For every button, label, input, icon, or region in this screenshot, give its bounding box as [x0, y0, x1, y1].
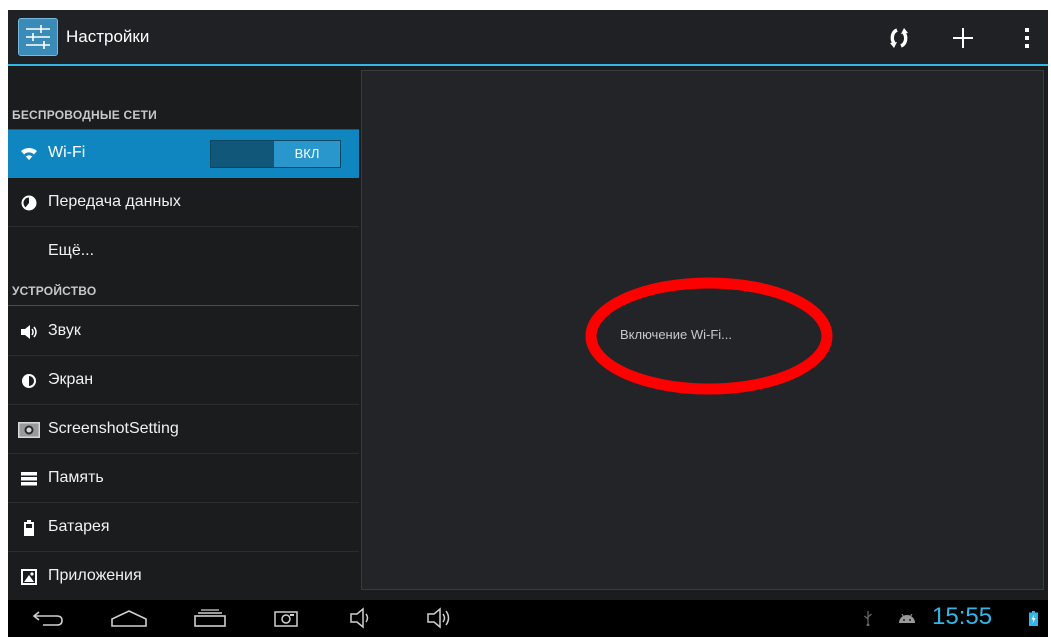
- volume-up-icon: [427, 607, 450, 629]
- sync-icon: [890, 28, 908, 48]
- screenshot-icon: [274, 611, 298, 627]
- section-header-wireless: БЕСПРОВОДНЫЕ СЕТИ: [8, 100, 359, 130]
- volume-up-button[interactable]: [422, 604, 462, 632]
- settings-item-label: Экран: [48, 371, 94, 388]
- back-button[interactable]: [28, 604, 68, 632]
- red-highlight-ellipse: [585, 277, 833, 395]
- settings-item-apps[interactable]: Приложения: [8, 553, 359, 601]
- home-button[interactable]: [104, 604, 154, 632]
- settings-item-label: Передача данных: [48, 193, 181, 210]
- settings-item-screenshot[interactable]: ScreenshotSetting: [8, 406, 359, 454]
- settings-item-display[interactable]: Экран: [8, 357, 359, 405]
- settings-item-sound[interactable]: Звук: [8, 308, 359, 356]
- system-navigation-bar: 15:55: [8, 600, 1048, 637]
- android-settings-screen: Настройки БЕСПРОВОДНЫЕ СЕТИ Wi-Fi ВКЛ Пе…: [8, 10, 1048, 637]
- recent-apps-button[interactable]: [188, 604, 232, 632]
- android-debug-icon: [896, 604, 918, 632]
- plus-icon: [953, 28, 973, 48]
- apps-icon: [18, 567, 40, 587]
- volume-down-button[interactable]: [344, 604, 380, 632]
- settings-item-label: Ещё...: [48, 242, 95, 259]
- usb-icon: [860, 604, 876, 632]
- battery-icon: [18, 518, 40, 538]
- settings-item-wifi[interactable]: Wi-Fi ВКЛ: [8, 130, 359, 178]
- settings-list: БЕСПРОВОДНЫЕ СЕТИ Wi-Fi ВКЛ Передача дан…: [8, 68, 359, 600]
- settings-item-storage[interactable]: Память: [8, 455, 359, 503]
- home-icon: [111, 610, 147, 627]
- settings-item-more[interactable]: Ещё...: [8, 228, 359, 276]
- back-icon: [32, 611, 63, 626]
- settings-icon[interactable]: [18, 18, 58, 56]
- volume-down-icon: [350, 607, 369, 629]
- settings-item-label: ScreenshotSetting: [48, 420, 179, 437]
- status-clock: 15:55: [932, 603, 993, 630]
- settings-item-label: Приложения: [48, 567, 142, 584]
- more-vertical-icon: [1025, 28, 1029, 48]
- screenshot-button[interactable]: [268, 604, 304, 632]
- overflow-menu-button[interactable]: [1012, 22, 1042, 54]
- sync-button[interactable]: [882, 22, 916, 54]
- storage-icon: [18, 469, 40, 489]
- data-usage-icon: [18, 193, 40, 213]
- wifi-icon: [18, 144, 40, 164]
- brightness-icon: [18, 371, 40, 391]
- add-button[interactable]: [946, 22, 980, 54]
- settings-item-label: Батарея: [48, 518, 110, 535]
- volume-icon: [18, 322, 40, 342]
- wifi-detail-panel: Включение Wi-Fi...: [361, 70, 1044, 590]
- action-bar: Настройки: [8, 10, 1048, 66]
- settings-item-label: Звук: [48, 322, 81, 339]
- app-title: Настройки: [66, 27, 150, 46]
- wifi-toggle-state: ВКЛ: [274, 141, 340, 167]
- camera-icon: [18, 420, 40, 440]
- battery-charging-icon: [1026, 604, 1040, 632]
- wifi-toggle[interactable]: ВКЛ: [210, 140, 341, 168]
- settings-item-battery[interactable]: Батарея: [8, 504, 359, 552]
- settings-item-label: Wi-Fi: [48, 144, 86, 161]
- settings-item-data-usage[interactable]: Передача данных: [8, 179, 359, 227]
- settings-item-label: Память: [48, 469, 104, 486]
- section-header-device: УСТРОЙСТВО: [8, 276, 359, 306]
- recent-apps-icon: [194, 609, 226, 627]
